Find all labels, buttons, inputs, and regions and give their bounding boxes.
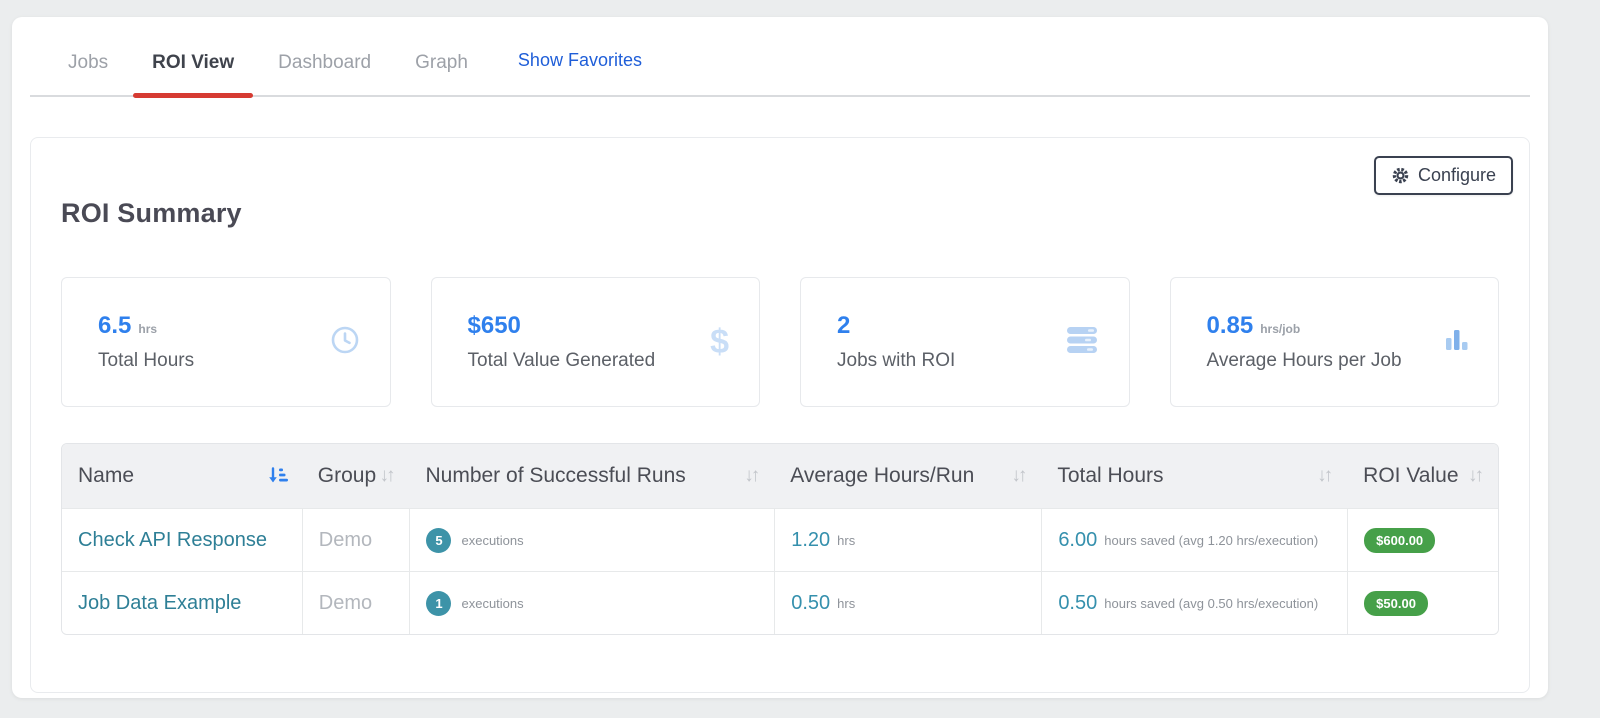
sort-arrows-icon: ↓↑: [1468, 465, 1484, 487]
total-hours-cell-value: 0.50: [1058, 592, 1097, 615]
table-header-row: Name Group ↓↑: [62, 444, 1498, 508]
roi-table: Name Group ↓↑: [61, 443, 1499, 635]
avg-hours-cell-unit: hrs: [837, 533, 855, 548]
column-header-group-label: Group: [318, 464, 376, 488]
executions-label: executions: [461, 533, 523, 548]
tab-roi-view-label: ROI View: [152, 52, 234, 73]
column-header-name[interactable]: Name: [62, 444, 302, 508]
group-cell: Demo: [319, 592, 372, 615]
sort-arrows-icon: ↓↑: [744, 465, 760, 487]
table-row: Check API Response Demo 5 executions 1.2…: [62, 508, 1498, 571]
column-header-avg-hours[interactable]: Average Hours/Run ↓↑: [774, 444, 1041, 508]
column-header-roi-value-label: ROI Value: [1363, 464, 1458, 488]
column-header-name-label: Name: [78, 464, 134, 488]
total-hours-unit: hrs: [138, 322, 157, 336]
total-hours-cell-note: hours saved (avg 1.20 hrs/execution): [1104, 533, 1318, 548]
active-tab-indicator: [133, 93, 253, 98]
jobs-with-roi-value: 2: [837, 312, 850, 340]
show-favorites-link[interactable]: Show Favorites: [518, 50, 642, 95]
total-hours-value: 6.5: [98, 312, 131, 340]
tab-dashboard[interactable]: Dashboard: [278, 52, 371, 95]
column-header-total-hours[interactable]: Total Hours ↓↑: [1041, 444, 1347, 508]
column-header-group[interactable]: Group ↓↑: [302, 444, 410, 508]
column-header-total-hours-label: Total Hours: [1057, 464, 1163, 488]
server-icon: [1065, 324, 1099, 361]
job-name-link[interactable]: Job Data Example: [78, 592, 241, 615]
page-title: ROI Summary: [61, 198, 1499, 229]
total-hours-cell-value: 6.00: [1058, 529, 1097, 552]
executions-count-badge: 5: [426, 528, 451, 553]
column-header-runs[interactable]: Number of Successful Runs ↓↑: [409, 444, 774, 508]
total-hours-cell-note: hours saved (avg 0.50 hrs/execution): [1104, 596, 1318, 611]
avg-hours-label: Average Hours per Job: [1207, 350, 1402, 372]
stat-card-total-value: $650 Total Value Generated $: [431, 277, 761, 407]
tab-bar: Jobs ROI View Dashboard Graph Show Favor…: [30, 17, 1530, 97]
roi-value-badge: $600.00: [1364, 528, 1435, 553]
stat-cards-row: 6.5 hrs Total Hours $650: [61, 277, 1499, 407]
roi-value-badge: $50.00: [1364, 591, 1428, 616]
executions-label: executions: [461, 596, 523, 611]
sort-arrows-icon: ↓↑: [379, 465, 395, 487]
stat-card-jobs-with-roi: 2 Jobs with ROI: [800, 277, 1130, 407]
total-value-label: Total Value Generated: [468, 350, 656, 372]
avg-hours-cell-value: 0.50: [791, 592, 830, 615]
sort-amount-desc-icon: [267, 466, 288, 487]
tab-jobs[interactable]: Jobs: [68, 52, 108, 95]
column-header-runs-label: Number of Successful Runs: [425, 464, 685, 488]
table-row: Job Data Example Demo 1 executions 0.50 …: [62, 571, 1498, 634]
jobs-with-roi-label: Jobs with ROI: [837, 350, 955, 372]
configure-button[interactable]: Configure: [1374, 156, 1513, 195]
sort-arrows-icon: ↓↑: [1011, 465, 1027, 487]
dollar-icon: $: [710, 323, 729, 362]
sort-arrows-icon: ↓↑: [1317, 465, 1333, 487]
executions-count-badge: 1: [426, 591, 451, 616]
avg-hours-cell-value: 1.20: [791, 529, 830, 552]
gear-icon: [1391, 166, 1410, 185]
app-card: Jobs ROI View Dashboard Graph Show Favor…: [12, 17, 1548, 698]
avg-hours-unit: hrs/job: [1260, 322, 1300, 336]
total-value-value: $650: [468, 312, 521, 340]
avg-hours-value: 0.85: [1207, 312, 1254, 340]
stat-card-total-hours: 6.5 hrs Total Hours: [61, 277, 391, 407]
stat-card-avg-hours: 0.85 hrs/job Average Hours per Job: [1170, 277, 1500, 407]
tab-roi-view[interactable]: ROI View: [152, 52, 234, 95]
column-header-roi-value[interactable]: ROI Value ↓↑: [1347, 444, 1498, 508]
tab-graph[interactable]: Graph: [415, 52, 468, 95]
column-header-avg-hours-label: Average Hours/Run: [790, 464, 974, 488]
total-hours-label: Total Hours: [98, 350, 194, 372]
avg-hours-cell-unit: hrs: [837, 596, 855, 611]
job-name-link[interactable]: Check API Response: [78, 529, 267, 552]
configure-button-label: Configure: [1418, 165, 1496, 186]
group-cell: Demo: [319, 529, 372, 552]
bar-chart-icon: [1446, 328, 1468, 357]
roi-summary-panel: Configure ROI Summary 6.5 hrs Total Hour…: [30, 137, 1530, 693]
clock-icon: [330, 325, 360, 360]
